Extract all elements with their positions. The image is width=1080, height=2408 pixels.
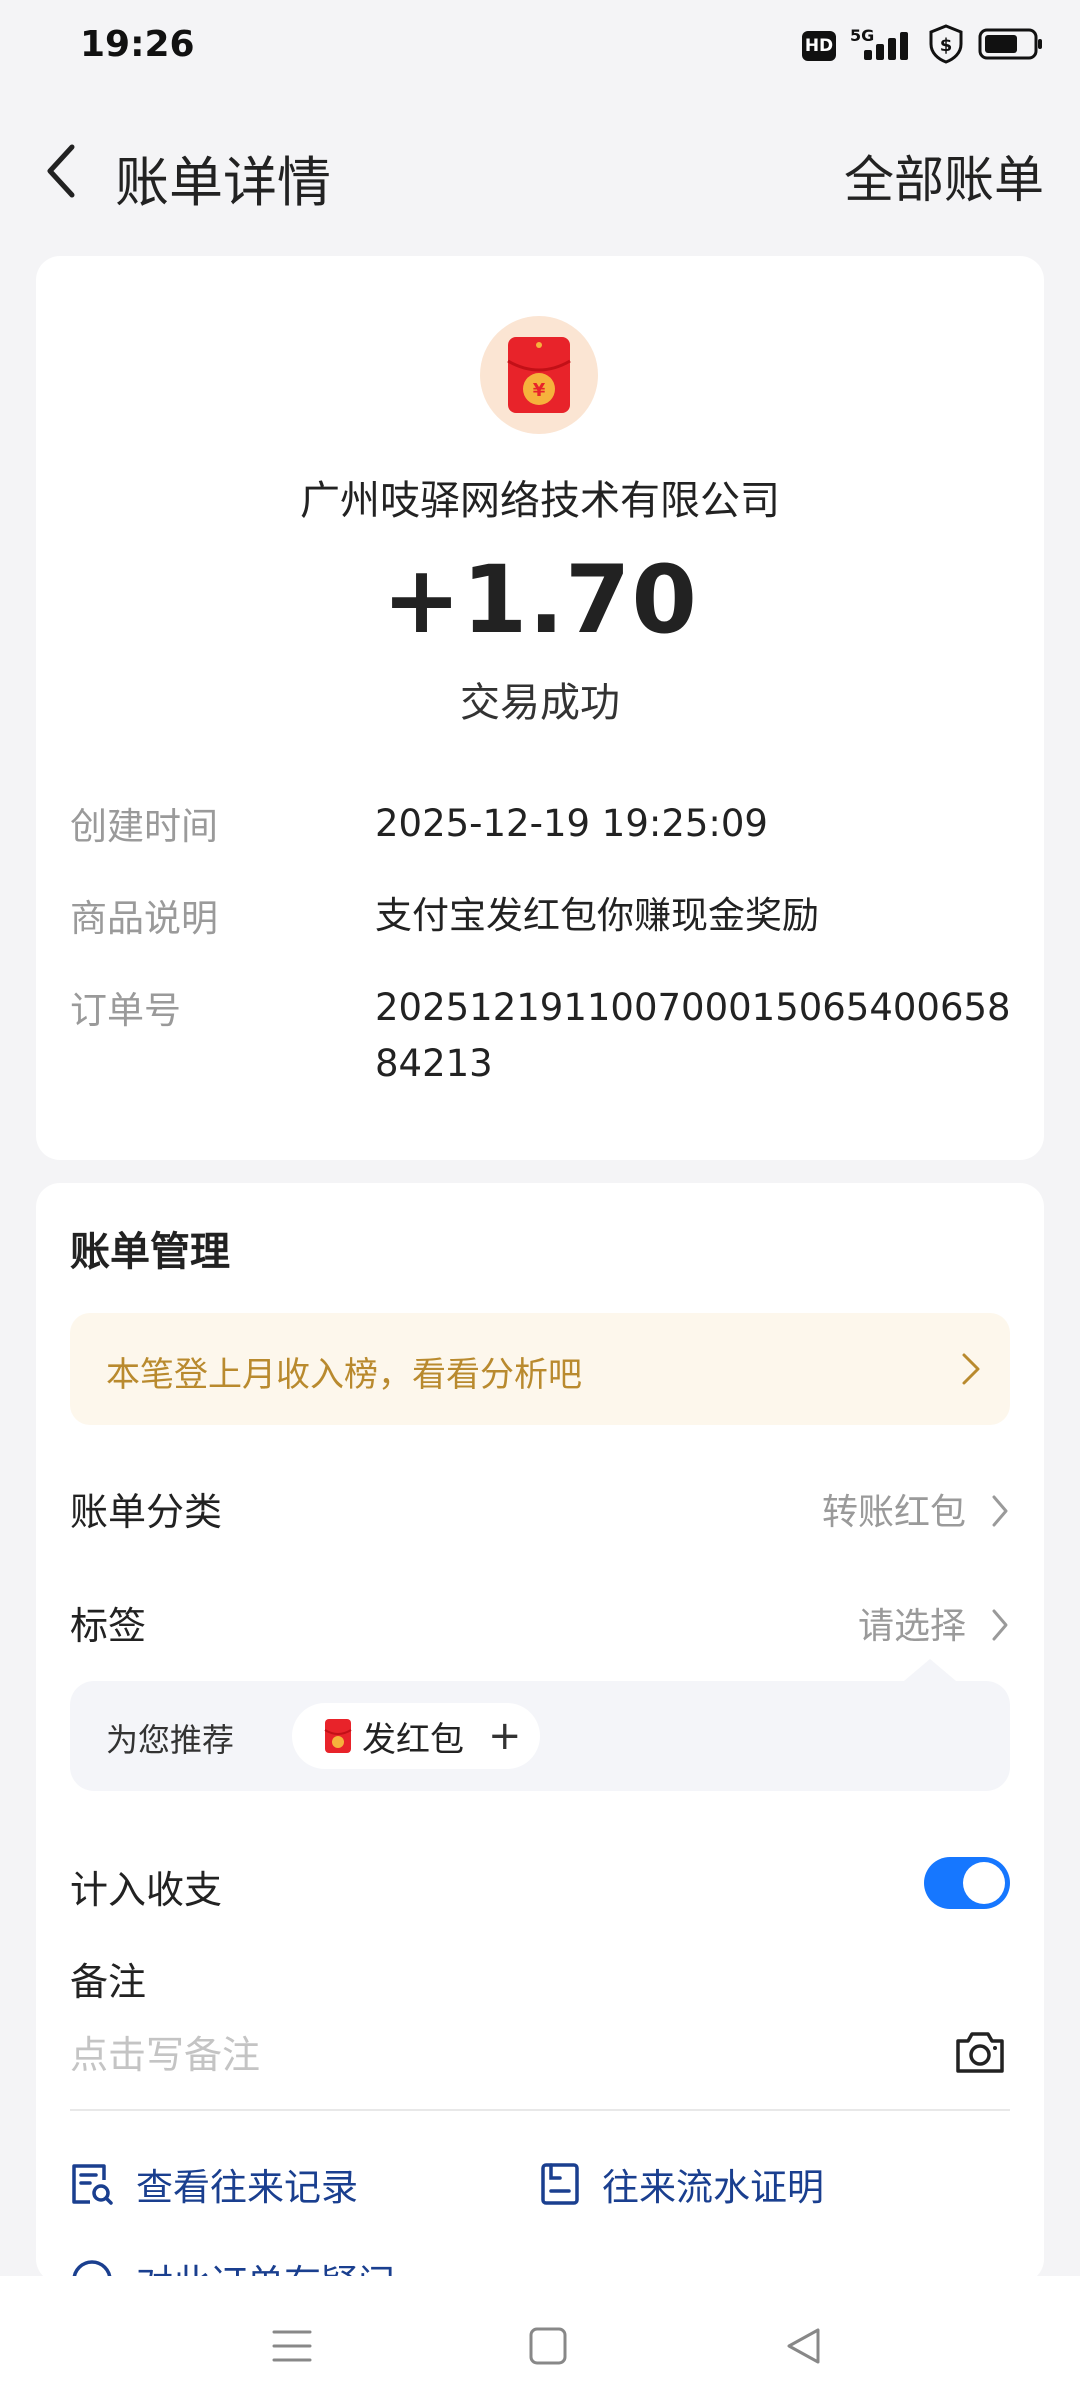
recommend-chip-label: 发红包 <box>362 1719 464 1760</box>
menu-icon <box>272 2330 312 2362</box>
svg-text:$: $ <box>940 35 953 56</box>
document-icon <box>541 2163 579 2205</box>
status-time: 19:26 <box>80 24 195 65</box>
signal-icon: 5G <box>850 26 914 64</box>
income-promo-banner[interactable]: 本笔登上月收入榜，看看分析吧 <box>70 1313 1010 1425</box>
chevron-right-icon <box>992 1609 1008 1641</box>
menu-nav-button[interactable] <box>262 2316 322 2376</box>
bill-management-card: 账单管理 本笔登上月收入榜，看看分析吧 账单分类 转账红包 标签 请选择 为您推… <box>36 1183 1044 2305</box>
recommend-pointer <box>904 1659 956 1681</box>
triangle-back-icon <box>787 2328 820 2364</box>
detail-value: 支付宝发红包你赚现金奖励 <box>375 894 819 937</box>
note-label: 备注 <box>70 1960 147 2004</box>
section-title: 账单管理 <box>70 1229 230 1275</box>
red-packet-icon: ¥ <box>507 337 571 413</box>
plus-icon: + <box>488 1713 522 1759</box>
detail-label: 订单号 <box>70 989 181 1032</box>
status-bar: 19:26 HD 5G $ <box>0 0 1080 96</box>
title-bar: 账单详情 全部账单 <box>0 110 1080 230</box>
tag-recommend-box: 为您推荐 发红包 + <box>70 1659 1010 1791</box>
tag-label: 标签 <box>70 1604 147 1648</box>
view-history-label: 查看往来记录 <box>136 2166 358 2209</box>
transaction-card: ¥ 广州吱驿网络技术有限公司 +1.70 交易成功 创建时间 2025-12-1… <box>36 256 1044 1160</box>
shield-dollar-icon: $ <box>928 24 964 68</box>
system-navigation-bar <box>0 2276 1080 2408</box>
detail-value: 2025-12-19 19:25:09 <box>375 802 768 845</box>
red-packet-avatar: ¥ <box>480 316 598 434</box>
chevron-left-icon <box>47 144 75 198</box>
back-button[interactable] <box>30 136 90 206</box>
bill-category-label: 账单分类 <box>70 1490 223 1534</box>
tag-row[interactable]: 标签 请选择 <box>70 1587 1010 1657</box>
merchant-name: 广州吱驿网络技术有限公司 <box>300 478 780 524</box>
recommend-label: 为您推荐 <box>106 1721 235 1759</box>
bill-category-value: 转账红包 <box>821 1492 966 1533</box>
note-input[interactable] <box>70 2023 930 2087</box>
tag-value: 请选择 <box>857 1606 966 1647</box>
record-search-icon <box>72 2164 113 2205</box>
detail-row-created-time: 创建时间 2025-12-19 19:25:09 <box>70 796 1010 852</box>
back-nav-button[interactable] <box>774 2316 834 2376</box>
include-in-budget-label: 计入收支 <box>70 1868 223 1912</box>
statement-proof-label: 往来流水证明 <box>602 2166 824 2209</box>
order-number-value: 20251219110070001506540065884213 <box>375 986 1011 1085</box>
include-in-budget-row: 计入收支 <box>70 1851 1010 1921</box>
network-type-label: 5G <box>850 26 875 45</box>
square-home-icon <box>529 2327 567 2365</box>
red-packet-icon <box>324 1719 352 1753</box>
battery-icon <box>978 27 1044 65</box>
view-history-link[interactable]: 查看往来记录 <box>70 2149 358 2219</box>
detail-row-product-desc: 商品说明 支付宝发红包你赚现金奖励 <box>70 888 1010 944</box>
hd-icon: HD <box>802 31 836 61</box>
home-nav-button[interactable] <box>518 2316 578 2376</box>
include-in-budget-toggle[interactable] <box>924 1857 1010 1909</box>
recommend-tag-chip[interactable]: 发红包 + <box>292 1703 540 1769</box>
toggle-knob <box>963 1862 1005 1904</box>
bill-category-row[interactable]: 账单分类 转账红包 <box>70 1473 1010 1543</box>
chevron-right-icon <box>962 1353 980 1385</box>
page-title: 账单详情 <box>115 151 331 214</box>
transaction-status: 交易成功 <box>460 680 620 726</box>
detail-row-order-number: 订单号 20251219110070001506540065884213 <box>70 980 1011 1100</box>
statement-proof-link[interactable]: 往来流水证明 <box>540 2149 824 2219</box>
chevron-right-icon <box>992 1495 1008 1527</box>
detail-label: 商品说明 <box>70 897 218 940</box>
detail-label: 创建时间 <box>70 805 218 848</box>
promo-text: 本笔登上月收入榜，看看分析吧 <box>106 1355 582 1395</box>
status-icons: HD 5G $ <box>802 24 1044 68</box>
camera-icon <box>956 2032 1004 2073</box>
svg-text:¥: ¥ <box>533 380 546 401</box>
all-bills-link[interactable]: 全部账单 <box>844 140 1044 212</box>
camera-button[interactable] <box>954 2029 1006 2079</box>
note-divider <box>70 2109 1010 2111</box>
transaction-amount: +1.70 <box>382 546 698 655</box>
